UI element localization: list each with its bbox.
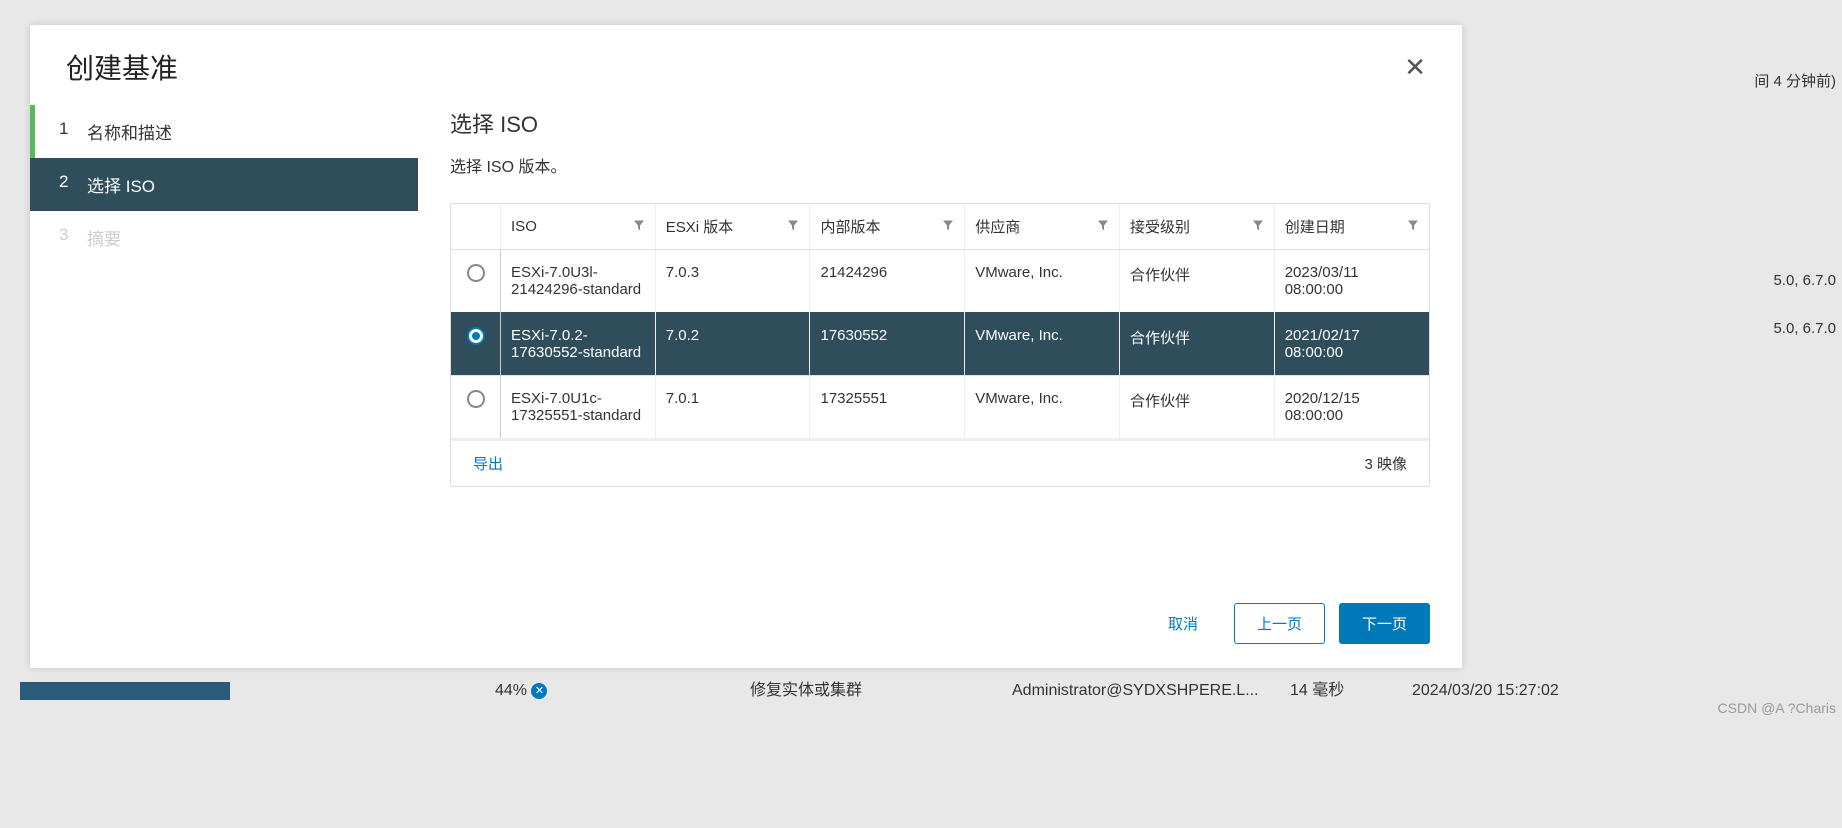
header-label: ESXi 版本	[666, 219, 734, 236]
accept-cell: 合作伙伴	[1119, 313, 1274, 376]
backdrop-row-text: 5.0, 6.7.0	[1773, 320, 1836, 337]
table-row[interactable]: ESXi-7.0U1c-17325551-standard7.0.1173255…	[451, 376, 1429, 439]
filter-icon[interactable]	[787, 218, 799, 235]
close-icon[interactable]: ✕	[1400, 50, 1430, 84]
header-label: 供应商	[975, 219, 1020, 236]
accept-cell: 合作伙伴	[1119, 376, 1274, 439]
radio-cell[interactable]	[451, 376, 501, 439]
vendor-cell: VMware, Inc.	[965, 376, 1120, 439]
task-timestamp: 2024/03/20 15:27:02	[1412, 682, 1559, 700]
col-build-header[interactable]: 内部版本	[810, 204, 965, 250]
header-label: 内部版本	[820, 219, 880, 236]
header-label: 创建日期	[1285, 219, 1345, 236]
table-row[interactable]: ESXi-7.0.2-17630552-standard7.0.21763055…	[451, 313, 1429, 376]
col-esxi-header[interactable]: ESXi 版本	[655, 204, 810, 250]
filter-icon[interactable]	[1252, 218, 1264, 235]
col-iso-header[interactable]: ISO	[501, 204, 656, 250]
table-footer: 导出 3 映像	[451, 438, 1429, 486]
modal-footer: 取消 上一页 下一页	[30, 579, 1462, 668]
build-cell: 21424296	[810, 250, 965, 313]
col-radio-header	[451, 204, 501, 250]
table-row[interactable]: ESXi-7.0U3l-21424296-standard7.0.3214242…	[451, 250, 1429, 313]
wizard-nav: 1 名称和描述 2 选择 ISO 3 摘要	[30, 99, 418, 579]
esxi-cell: 7.0.1	[655, 376, 810, 439]
esxi-cell: 7.0.3	[655, 250, 810, 313]
step-label: 摘要	[87, 225, 121, 250]
esxi-cell: 7.0.2	[655, 313, 810, 376]
backdrop-row-text: 5.0, 6.7.0	[1773, 272, 1836, 289]
header-label: ISO	[511, 218, 537, 235]
modal-title: 创建基准	[66, 47, 178, 87]
vendor-cell: VMware, Inc.	[965, 250, 1120, 313]
cancel-task-icon[interactable]: ✕	[531, 683, 547, 699]
vendor-cell: VMware, Inc.	[965, 313, 1120, 376]
step-number: 1	[59, 119, 73, 144]
step-label: 名称和描述	[87, 119, 172, 144]
iso-table: ISO ESXi 版本 内部版本 供应商 接受级别 创建日期 ESXi-7.0U…	[451, 204, 1429, 438]
created-cell: 2023/03/11 08:00:00	[1274, 250, 1429, 313]
filter-icon[interactable]	[1407, 218, 1419, 235]
cancel-button[interactable]: 取消	[1146, 604, 1220, 643]
filter-icon[interactable]	[1097, 218, 1109, 235]
radio-cell[interactable]	[451, 250, 501, 313]
created-cell: 2021/02/17 08:00:00	[1274, 313, 1429, 376]
accept-cell: 合作伙伴	[1119, 250, 1274, 313]
task-progress-bar	[20, 682, 230, 700]
task-user: Administrator@SYDXSHPERE.L...	[1012, 682, 1259, 700]
table-count: 3 映像	[1364, 453, 1407, 474]
iso-table-wrap: ISO ESXi 版本 内部版本 供应商 接受级别 创建日期 ESXi-7.0U…	[450, 203, 1430, 487]
create-baseline-modal: 创建基准 ✕ 1 名称和描述 2 选择 ISO 3 摘要 选择 ISO 选择 I…	[30, 25, 1462, 668]
filter-icon[interactable]	[942, 218, 954, 235]
step-label: 选择 ISO	[87, 172, 155, 197]
watermark: CSDN @A ?Charis	[1718, 700, 1836, 716]
iso-cell: ESXi-7.0U3l-21424296-standard	[501, 250, 656, 313]
wizard-step-summary: 3 摘要	[30, 211, 418, 264]
progress-percent: 44% ✕	[495, 682, 547, 700]
col-accept-header[interactable]: 接受级别	[1119, 204, 1274, 250]
content-subtitle: 选择 ISO 版本。	[450, 153, 1430, 177]
modal-header: 创建基准 ✕	[30, 25, 1462, 99]
task-name: 修复实体或集群	[750, 676, 862, 700]
iso-cell: ESXi-7.0.2-17630552-standard	[501, 313, 656, 376]
next-button[interactable]: 下一页	[1339, 603, 1430, 644]
radio-icon[interactable]	[467, 327, 485, 345]
created-cell: 2020/12/15 08:00:00	[1274, 376, 1429, 439]
backdrop-time-ago: 间 4 分钟前)	[1754, 70, 1836, 91]
step-number: 3	[59, 225, 73, 250]
wizard-step-name-desc[interactable]: 1 名称和描述	[30, 105, 418, 158]
col-vendor-header[interactable]: 供应商	[965, 204, 1120, 250]
wizard-step-select-iso[interactable]: 2 选择 ISO	[30, 158, 418, 211]
header-label: 接受级别	[1130, 219, 1190, 236]
modal-content: 选择 ISO 选择 ISO 版本。 ISO ESXi 版本 内部版本 供应商	[418, 99, 1462, 579]
prev-button[interactable]: 上一页	[1234, 603, 1325, 644]
build-cell: 17630552	[810, 313, 965, 376]
iso-cell: ESXi-7.0U1c-17325551-standard	[501, 376, 656, 439]
radio-icon[interactable]	[467, 390, 485, 408]
build-cell: 17325551	[810, 376, 965, 439]
filter-icon[interactable]	[633, 218, 645, 235]
content-title: 选择 ISO	[450, 107, 1430, 139]
export-link[interactable]: 导出	[473, 453, 503, 474]
radio-cell[interactable]	[451, 313, 501, 376]
modal-body: 1 名称和描述 2 选择 ISO 3 摘要 选择 ISO 选择 ISO 版本。	[30, 99, 1462, 579]
task-duration: 14 毫秒	[1290, 676, 1344, 700]
col-created-header[interactable]: 创建日期	[1274, 204, 1429, 250]
step-number: 2	[59, 172, 73, 197]
radio-icon[interactable]	[467, 264, 485, 282]
